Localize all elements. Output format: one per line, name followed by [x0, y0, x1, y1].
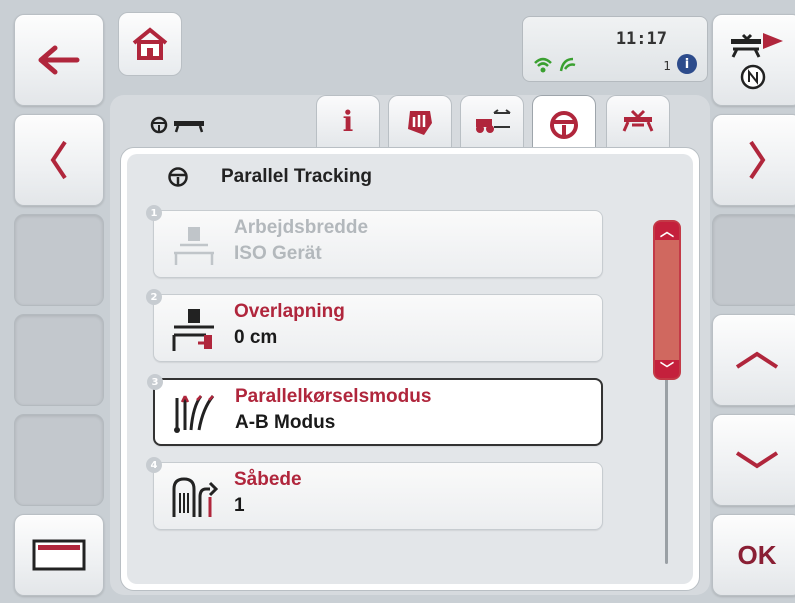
page-title: Parallel Tracking [221, 166, 373, 187]
item-label: Overlapning [234, 301, 345, 322]
item-number: 2 [146, 289, 162, 305]
steering-wheel-icon [550, 110, 578, 139]
alarm-count: 1 [663, 59, 671, 73]
empty-softkey-left-5 [14, 414, 104, 506]
tractor-width-icon [476, 108, 511, 133]
card-button[interactable] [14, 514, 104, 596]
steering-wheel-icon [168, 167, 188, 187]
ok-button[interactable]: OK [712, 514, 795, 596]
tab-tractor-width[interactable] [460, 95, 524, 147]
clock: 11:17 [615, 29, 667, 49]
working-width-icon [174, 227, 214, 265]
list-item-sabede[interactable]: 4 Såbede 1 [146, 457, 603, 530]
tab-info[interactable]: i [316, 95, 380, 147]
next-button[interactable] [712, 114, 795, 206]
scroll-down-button[interactable] [712, 414, 795, 506]
arrow-left-icon [38, 45, 80, 75]
implement-north-button[interactable] [712, 14, 795, 106]
item-value: ISO Gerät [234, 243, 322, 264]
chevron-left-icon [50, 140, 67, 180]
content-frame: Parallel Tracking 1 Arbejdsbredde ISO Ge… [120, 147, 700, 591]
empty-softkey-left-3 [14, 214, 104, 306]
item-number: 4 [146, 457, 162, 473]
overlap-icon [172, 309, 214, 351]
implement-north-icon [731, 33, 783, 90]
item-number: 3 [147, 374, 163, 390]
info-badge[interactable]: i [677, 54, 697, 74]
list-item-overlapning[interactable]: 2 Overlapning 0 cm [146, 289, 603, 362]
tab-isobus[interactable] [388, 95, 452, 147]
previous-button[interactable] [14, 114, 104, 206]
home-icon [132, 27, 168, 60]
top-bar: 11:17 1 i [110, 12, 710, 86]
chevron-up-icon [735, 351, 779, 369]
implement-icon [622, 109, 654, 132]
ok-label: OK [737, 539, 777, 570]
seedbed-icon [172, 477, 219, 517]
item-label: Parallelkørselsmodus [235, 386, 432, 407]
item-value: A-B Modus [235, 412, 336, 433]
chevron-right-icon [749, 140, 766, 180]
card-icon [32, 539, 86, 571]
section-header: Parallel Tracking [167, 166, 372, 188]
scroll-thumb-top: ︿ [655, 222, 679, 240]
status-area: 11:17 1 i [522, 16, 708, 82]
wifi-signal-icon [534, 57, 576, 73]
list-item-parallelkorselsmodus[interactable]: 3 Parallelkørselsmodus A-B Modus [147, 374, 603, 446]
item-label: Arbejdsbredde [234, 217, 369, 238]
empty-softkey-right-3 [712, 214, 795, 306]
scroll-thumb-bottom: ﹀ [655, 360, 679, 378]
item-value: 0 cm [234, 327, 278, 348]
item-value: 1 [234, 495, 245, 516]
home-button[interactable] [118, 12, 182, 76]
isobus-icon [408, 110, 432, 135]
back-button[interactable] [14, 14, 104, 106]
content-area: Parallel Tracking 1 Arbejdsbredde ISO Ge… [127, 154, 693, 584]
main-panel: i Parallel Tracking 1 Arbejdsbredde ISO … [110, 95, 710, 595]
steering-implement-icon [150, 116, 204, 134]
ab-line-icon [174, 395, 215, 433]
empty-softkey-left-4 [14, 314, 104, 406]
scroll-up-button[interactable] [712, 314, 795, 406]
list-item-arbejdsbredde: 1 Arbejdsbredde ISO Gerät [146, 205, 603, 278]
tab-parallel-tracking[interactable] [532, 95, 596, 153]
item-number: 1 [146, 205, 162, 221]
tab-implement[interactable] [606, 95, 670, 147]
scroll-thumb[interactable]: ︿ ﹀ [653, 220, 681, 380]
info-icon: i [342, 105, 354, 138]
chevron-down-icon [735, 451, 779, 469]
item-label: Såbede [234, 469, 302, 490]
